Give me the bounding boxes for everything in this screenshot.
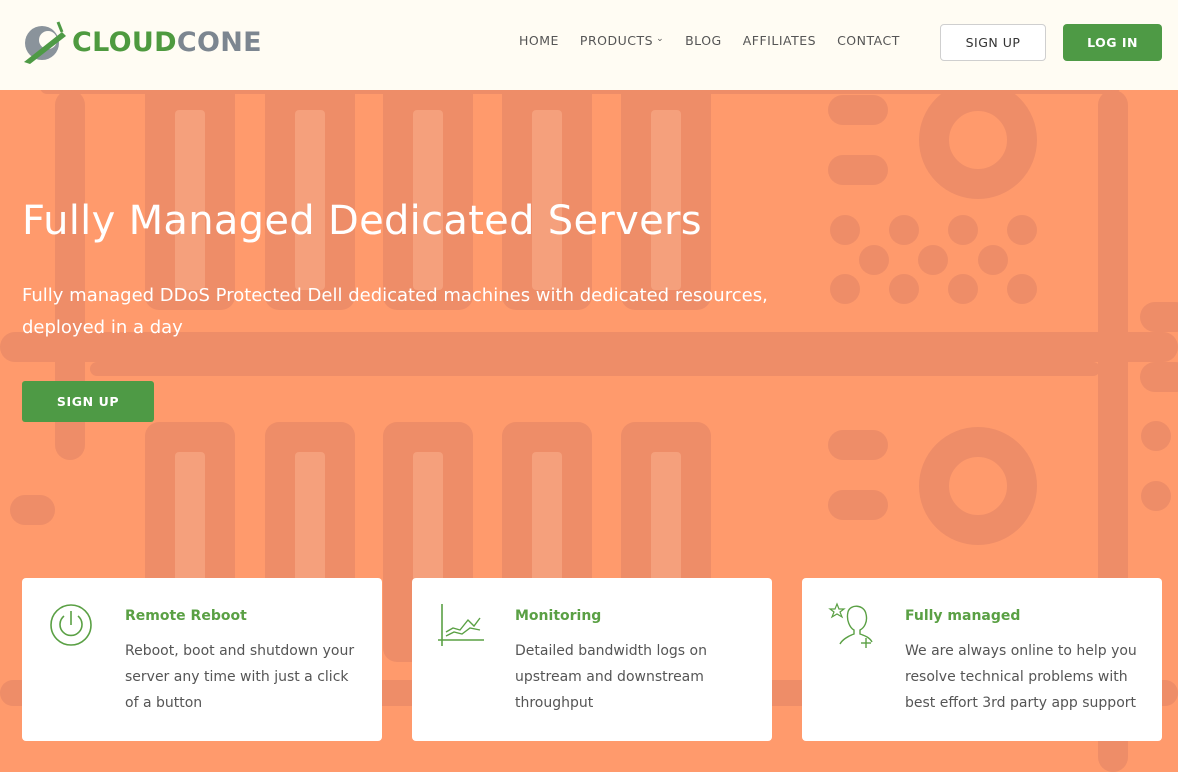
feature-description: We are always online to help you resolve…	[905, 643, 1137, 711]
support-person-icon	[828, 602, 873, 648]
nav-contact[interactable]: CONTACT	[837, 33, 900, 48]
logo-text: CLOUDCONE	[72, 26, 262, 58]
feature-card-monitoring: Monitoring Detailed bandwidth logs on up…	[412, 578, 772, 741]
hero-signup-button[interactable]: SIGN UP	[22, 381, 154, 422]
nav-home[interactable]: HOME	[519, 33, 559, 48]
header-signup-button[interactable]: SIGN UP	[940, 24, 1046, 61]
hero-section: Fully Managed Dedicated Servers Fully ma…	[0, 90, 1178, 772]
nav-affiliates[interactable]: AFFILIATES	[743, 33, 816, 48]
hero-title: Fully Managed Dedicated Servers	[22, 198, 702, 244]
feature-title: Remote Reboot	[125, 608, 247, 624]
site-header: CLOUDCONE HOME PRODUCTS ⌄ BLOG AFFILIATES…	[0, 0, 1178, 90]
feature-title: Fully managed	[905, 608, 1021, 624]
header-login-button[interactable]: LOG IN	[1063, 24, 1162, 61]
feature-description: Reboot, boot and shutdown your server an…	[125, 643, 355, 711]
chevron-down-icon: ⌄	[656, 33, 665, 44]
main-nav: HOME PRODUCTS ⌄ BLOG AFFILIATES CONTACT	[519, 33, 921, 48]
logo[interactable]: CLOUDCONE	[22, 18, 262, 66]
chart-icon	[438, 604, 484, 646]
feature-description: Detailed bandwidth logs on upstream and …	[515, 643, 707, 711]
feature-title: Monitoring	[515, 608, 602, 624]
nav-products[interactable]: PRODUCTS ⌄	[580, 33, 664, 48]
nav-blog[interactable]: BLOG	[685, 33, 722, 48]
cloudcone-logo-icon	[24, 21, 66, 64]
feature-card-remote-reboot: Remote Reboot Reboot, boot and shutdown …	[22, 578, 382, 741]
power-icon	[50, 604, 92, 646]
feature-card-fully-managed: Fully managed We are always online to he…	[802, 578, 1162, 741]
hero-subtitle: Fully managed DDoS Protected Dell dedica…	[22, 285, 768, 338]
